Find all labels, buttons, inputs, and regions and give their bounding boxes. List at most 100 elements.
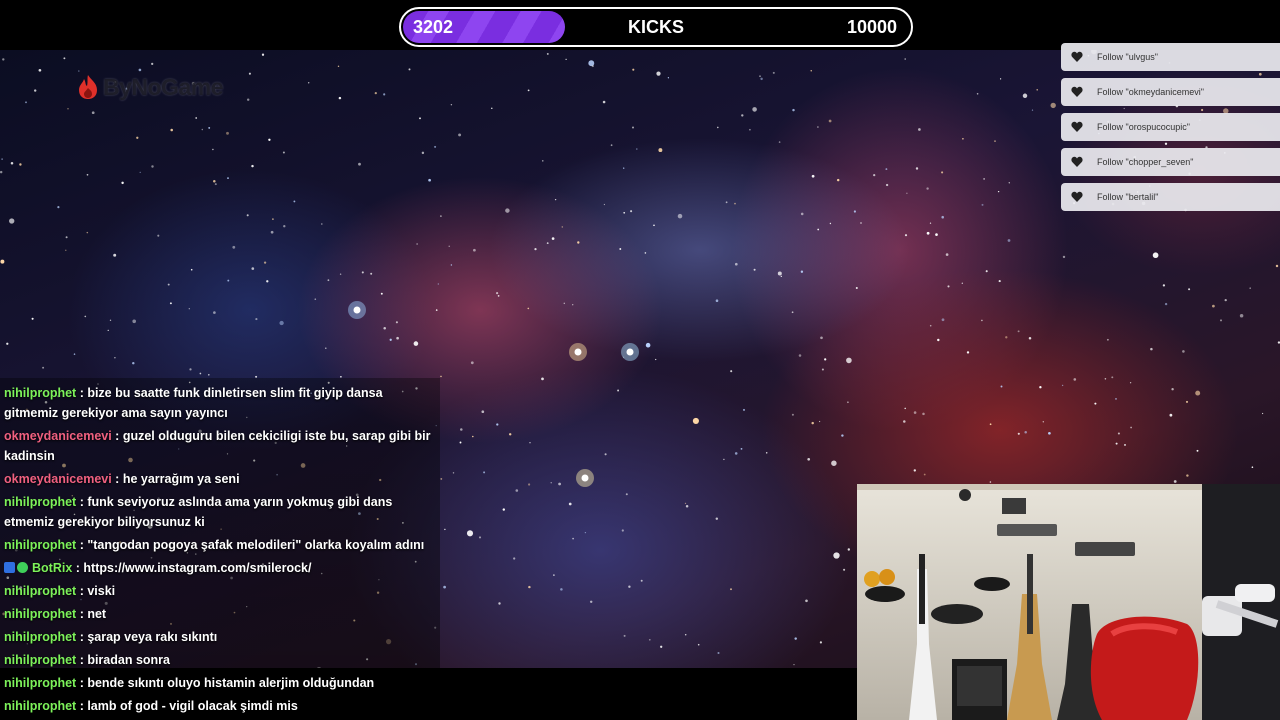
star — [1000, 385, 1003, 388]
star — [1007, 239, 1011, 242]
star — [470, 361, 474, 365]
star — [658, 148, 663, 153]
star — [450, 103, 453, 106]
chat-message: nihilprophet : bize bu saatte funk dinle… — [0, 382, 440, 425]
star — [617, 389, 620, 392]
star — [853, 210, 856, 213]
star — [460, 428, 463, 431]
chat-message: nihilprophet : bende sıkıntı oluyo hista… — [0, 672, 440, 695]
star — [561, 226, 564, 228]
star — [338, 96, 342, 100]
star — [505, 208, 510, 213]
chat-username[interactable]: nihilprophet — [4, 584, 76, 598]
star — [268, 138, 271, 141]
star — [989, 481, 992, 483]
chat-username[interactable]: BotRix — [32, 561, 72, 575]
star — [730, 370, 733, 373]
chat-overlay: nihilprophet : bize bu saatte funk dinle… — [0, 378, 440, 720]
star — [246, 214, 249, 217]
star — [448, 245, 450, 247]
chat-message-text[interactable]: https://www.instagram.com/smilerock/ — [83, 561, 311, 575]
star — [1152, 252, 1159, 259]
star — [478, 536, 482, 539]
star — [413, 341, 419, 346]
star — [819, 641, 823, 644]
star — [568, 502, 572, 506]
star — [435, 309, 438, 311]
star — [255, 318, 258, 321]
star — [906, 192, 908, 194]
chat-separator: : — [111, 472, 123, 486]
star — [723, 458, 725, 461]
follow-alert-text: Follow "ulvgus" — [1097, 52, 1158, 62]
star — [272, 218, 274, 220]
chat-username[interactable]: nihilprophet — [4, 676, 76, 690]
star — [922, 412, 925, 416]
star — [283, 225, 286, 228]
star — [251, 164, 254, 168]
star — [749, 128, 751, 131]
star — [913, 411, 917, 414]
goal-target-count: 10000 — [846, 17, 897, 37]
star — [481, 410, 485, 414]
star — [560, 588, 563, 591]
star — [541, 377, 544, 381]
bright-star — [581, 474, 589, 482]
star — [1251, 466, 1254, 469]
star — [715, 299, 719, 302]
star — [929, 324, 932, 327]
bynogame-logo: ByNoGame — [76, 72, 223, 102]
chat-username[interactable]: nihilprophet — [4, 607, 76, 621]
star — [961, 282, 963, 284]
chat-username[interactable]: okmeydanicemevi — [4, 472, 112, 486]
star — [685, 504, 689, 508]
webcam-feed — [857, 484, 1280, 720]
star — [528, 483, 531, 486]
star — [981, 203, 984, 206]
star — [440, 477, 443, 480]
chat-username[interactable]: nihilprophet — [4, 495, 76, 509]
star — [1031, 109, 1034, 111]
star — [734, 262, 738, 266]
star — [628, 585, 631, 588]
star — [208, 374, 210, 376]
star — [491, 107, 493, 110]
chat-username[interactable]: nihilprophet — [4, 386, 76, 400]
chat-username[interactable]: nihilprophet — [4, 653, 76, 667]
star — [937, 338, 940, 342]
star — [807, 457, 811, 461]
chat-username[interactable]: nihilprophet — [4, 699, 76, 713]
star — [114, 356, 116, 359]
star — [820, 336, 823, 340]
star — [395, 321, 398, 324]
chat-username[interactable]: nihilprophet — [4, 538, 76, 552]
star — [1275, 264, 1279, 268]
star — [903, 420, 906, 423]
star — [994, 140, 996, 143]
star — [1115, 398, 1117, 400]
star — [765, 452, 768, 454]
star — [251, 267, 255, 270]
star — [833, 552, 840, 559]
star — [855, 286, 858, 290]
heart-icon — [1071, 156, 1083, 167]
star — [1129, 382, 1132, 384]
star — [904, 58, 906, 60]
star — [497, 295, 500, 297]
star — [1195, 390, 1201, 396]
follow-alert: Follow "bertalil" — [1061, 183, 1280, 211]
star — [31, 317, 34, 320]
flame-logo-icon — [79, 75, 97, 99]
chat-message: BotRix : https://www.instagram.com/smile… — [0, 557, 440, 580]
star — [697, 643, 700, 646]
star — [466, 530, 474, 537]
star — [337, 65, 340, 68]
chat-username[interactable]: okmeydanicemevi — [4, 429, 112, 443]
star — [374, 91, 377, 95]
chat-username[interactable]: nihilprophet — [4, 630, 76, 644]
star — [740, 447, 743, 450]
star — [1150, 347, 1153, 351]
star — [602, 100, 606, 104]
star — [107, 329, 109, 332]
star — [860, 222, 862, 224]
